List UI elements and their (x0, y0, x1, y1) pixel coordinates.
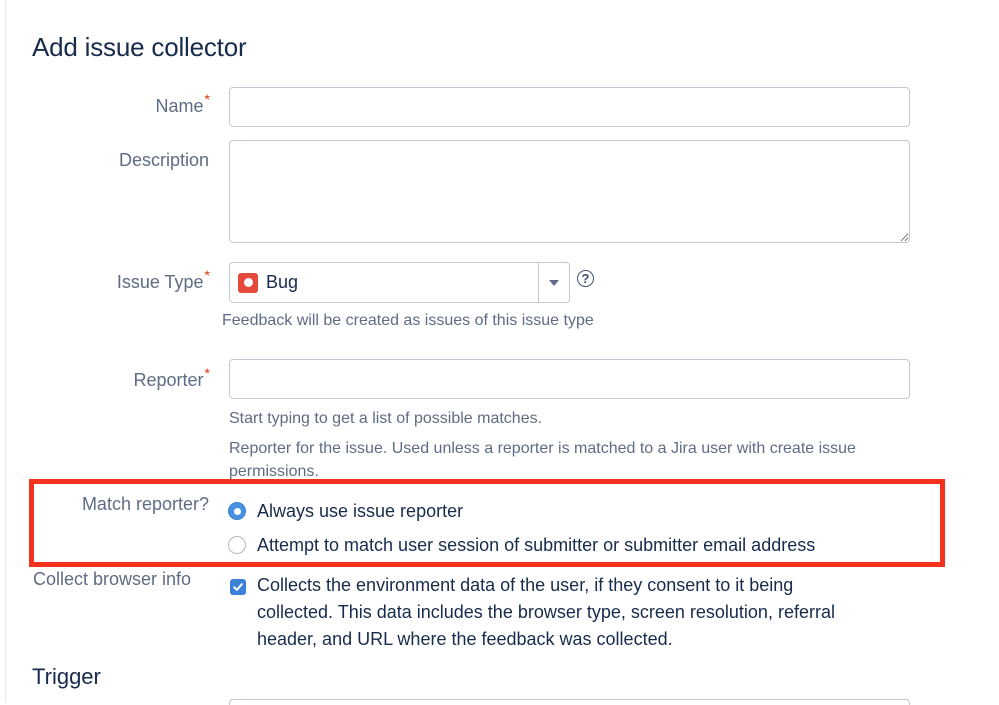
collect-browser-label: Collect browser info (33, 569, 192, 589)
collect-browser-description: Collects the environment data of the use… (257, 572, 835, 653)
reporter-help-matches: Start typing to get a list of possible m… (229, 410, 543, 427)
radio-label-always-use-reporter: Always use issue reporter (257, 501, 464, 521)
radio-label-attempt-match: Attempt to match user session of submitt… (257, 535, 816, 555)
name-label-text: Name (155, 96, 204, 116)
issue-type-select[interactable]: Bug (229, 262, 570, 303)
reporter-label: Reporter* (133, 365, 210, 391)
page-title: Add issue collector (32, 32, 247, 62)
collect-browser-line: collected. This data includes the browse… (257, 602, 835, 622)
issue-type-help: Feedback will be created as issues of th… (222, 312, 594, 329)
match-reporter-label: Match reporter? (81, 494, 209, 514)
issue-type-label: Issue Type* (116, 267, 210, 293)
collect-browser-line: header, and URL where the feedback was c… (257, 629, 673, 649)
reporter-help-description: Reporter for the issue. Used unless a re… (229, 440, 856, 457)
required-marker: * (204, 267, 210, 283)
collect-browser-checkbox[interactable] (230, 579, 246, 595)
reporter-input[interactable] (229, 359, 910, 399)
left-border (5, 0, 6, 702)
dropdown-toggle[interactable] (538, 263, 569, 302)
trigger-field-partial[interactable] (229, 699, 910, 705)
required-marker: * (204, 91, 210, 107)
bug-icon (238, 272, 258, 293)
name-input[interactable] (229, 87, 910, 127)
issue-type-label-text: Issue Type (116, 272, 204, 292)
required-marker: * (204, 365, 210, 381)
chevron-down-icon (549, 279, 559, 286)
radio-attempt-match[interactable] (228, 536, 246, 554)
radio-always-use-reporter[interactable] (228, 502, 246, 520)
issue-type-current: Bug (230, 263, 538, 302)
help-icon[interactable]: ? (577, 270, 594, 287)
collect-browser-line: Collects the environment data of the use… (257, 575, 794, 595)
reporter-label-text: Reporter (133, 370, 204, 390)
trigger-heading: Trigger (32, 664, 101, 689)
description-textarea[interactable] (229, 140, 910, 243)
name-label: Name* (155, 91, 210, 117)
description-label: Description (118, 150, 209, 170)
issue-type-value: Bug (266, 272, 299, 292)
check-icon (233, 583, 243, 591)
reporter-help-description-cont: permissions. (229, 463, 319, 479)
